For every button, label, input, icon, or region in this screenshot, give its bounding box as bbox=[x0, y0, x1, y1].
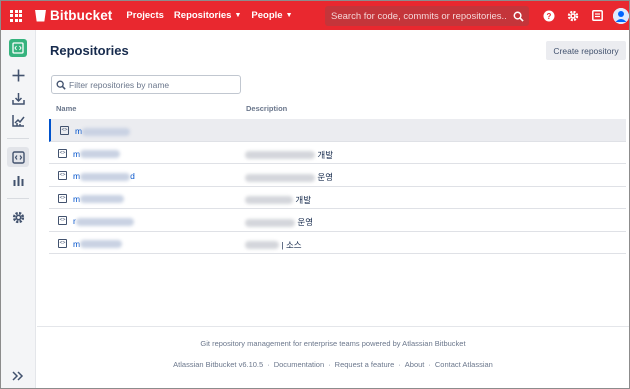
bitbucket-logo[interactable]: Bitbucket bbox=[35, 1, 112, 30]
repository-icon: <> bbox=[58, 148, 67, 158]
nav-projects-label: Projects bbox=[126, 10, 164, 21]
search-icon bbox=[56, 80, 66, 90]
redacted-text bbox=[80, 195, 125, 204]
footer-separator: · bbox=[328, 360, 331, 369]
footer-link-documentation[interactable]: Documentation bbox=[274, 360, 324, 369]
table-row[interactable]: <> m 개발 bbox=[49, 142, 626, 164]
description-text: | 소스 bbox=[281, 239, 302, 250]
repository-description: 개발 bbox=[245, 194, 311, 206]
redacted-text bbox=[80, 240, 123, 249]
table-row[interactable]: <> m bbox=[49, 119, 626, 142]
download-icon[interactable] bbox=[7, 88, 29, 108]
plus-icon[interactable] bbox=[7, 65, 29, 85]
repository-icon: <> bbox=[60, 126, 69, 135]
search-input[interactable]: Search for code, commits or repositories… bbox=[325, 6, 529, 26]
repository-icon: <> bbox=[58, 216, 67, 225]
repository-link[interactable]: m bbox=[73, 148, 121, 159]
repository-link[interactable]: m bbox=[73, 193, 125, 204]
repository-icon[interactable] bbox=[7, 38, 29, 58]
bitbucket-logo-icon bbox=[35, 9, 46, 22]
description-text: 운영 bbox=[297, 217, 314, 227]
redacted-text bbox=[80, 150, 121, 159]
column-header-name[interactable]: Name bbox=[56, 104, 76, 113]
table-row[interactable]: <> m | 소스 bbox=[49, 232, 626, 254]
footer-tagline: Git repository management for enterprise… bbox=[200, 339, 466, 348]
footer-link-request-feature[interactable]: Request a feature bbox=[335, 360, 395, 369]
filter-placeholder: Filter repositories by name bbox=[69, 79, 170, 90]
svg-text:?: ? bbox=[547, 12, 552, 21]
redacted-text bbox=[245, 173, 315, 182]
expand-icon[interactable] bbox=[7, 366, 29, 386]
sidebar-divider bbox=[7, 198, 29, 199]
redacted-text bbox=[245, 218, 295, 227]
repository-name-prefix: m bbox=[73, 238, 81, 249]
table-row[interactable]: <> r 운영 bbox=[49, 209, 626, 232]
redacted-text bbox=[75, 217, 134, 226]
help-icon[interactable]: ? bbox=[537, 1, 561, 30]
nav-people-label: People bbox=[251, 10, 283, 21]
search-icon[interactable] bbox=[507, 6, 529, 26]
create-repository-button[interactable]: Create repository bbox=[546, 41, 626, 60]
repository-description: 개발 bbox=[245, 149, 333, 161]
repository-icon: <> bbox=[58, 193, 67, 203]
description-text: 운영 bbox=[317, 172, 334, 182]
repository-name-prefix: m bbox=[73, 171, 81, 181]
footer-separator: · bbox=[398, 360, 401, 369]
nav-repositories-label: Repositories bbox=[173, 10, 232, 21]
repository-name-suffix: d bbox=[130, 171, 135, 181]
redacted-text bbox=[245, 196, 293, 205]
repository-icon: <> bbox=[58, 238, 67, 248]
repository-name-prefix: m bbox=[75, 126, 83, 136]
repository-link[interactable]: r bbox=[73, 216, 134, 226]
repository-name-prefix: m bbox=[73, 193, 81, 204]
table-row[interactable]: <> md 운영 bbox=[49, 164, 626, 187]
search-placeholder: Search for code, commits or repositories… bbox=[331, 10, 507, 22]
nav-repositories[interactable]: Repositories ▼ bbox=[174, 10, 241, 21]
gear-icon[interactable] bbox=[7, 207, 29, 227]
repository-link[interactable]: m bbox=[75, 126, 131, 136]
description-text: 개발 bbox=[317, 149, 334, 160]
bar-chart-icon[interactable] bbox=[7, 170, 29, 190]
footer-separator: · bbox=[428, 360, 431, 369]
avatar[interactable] bbox=[613, 7, 629, 24]
sidebar bbox=[1, 30, 36, 388]
repository-link[interactable]: md bbox=[73, 171, 135, 181]
sidebar-divider bbox=[7, 138, 29, 139]
footer-version: Atlassian Bitbucket v6.10.5 bbox=[173, 360, 264, 369]
chevron-down-icon: ▼ bbox=[234, 12, 242, 19]
footer-separator: · bbox=[267, 360, 270, 369]
footer-link-about[interactable]: About bbox=[405, 360, 425, 369]
inbox-icon[interactable] bbox=[585, 1, 609, 30]
repository-name-prefix: m bbox=[73, 148, 81, 159]
gear-icon[interactable] bbox=[561, 1, 585, 30]
repository-link[interactable]: m bbox=[73, 238, 123, 249]
chart-line-icon[interactable] bbox=[7, 110, 29, 130]
filter-input[interactable]: Filter repositories by name bbox=[51, 75, 241, 94]
footer-link-contact[interactable]: Contact Atlassian bbox=[435, 360, 493, 369]
table-row[interactable]: <> m 개발 bbox=[49, 187, 626, 209]
chevron-down-icon: ▼ bbox=[285, 12, 293, 19]
footer-links: Atlassian Bitbucket v6.10.5 · Documentatio… bbox=[37, 360, 629, 369]
redacted-text bbox=[82, 127, 131, 136]
redacted-text bbox=[80, 172, 131, 181]
footer: Git repository management for enterprise… bbox=[37, 326, 629, 388]
column-header-description: Description bbox=[246, 104, 288, 113]
main-nav: Projects Repositories ▼ People ▼ bbox=[126, 10, 302, 21]
nav-people[interactable]: People ▼ bbox=[251, 10, 292, 21]
top-navigation-bar: Bitbucket Projects Repositories ▼ People… bbox=[1, 1, 629, 30]
redacted-text bbox=[245, 151, 315, 160]
repository-table: <> m <> m 개발 <> md 운영 <> m 개발 <> r 운영 <>… bbox=[49, 119, 626, 254]
repository-description: | 소스 bbox=[245, 239, 302, 251]
redacted-text bbox=[245, 241, 279, 250]
repository-description: 운영 bbox=[245, 171, 333, 183]
page-title: Repositories bbox=[50, 43, 129, 58]
brand-name: Bitbucket bbox=[50, 8, 113, 23]
code-icon[interactable] bbox=[7, 147, 29, 167]
repository-icon: <> bbox=[58, 171, 67, 180]
topbar-actions: ? bbox=[537, 1, 629, 30]
apps-icon[interactable] bbox=[1, 1, 31, 30]
description-text: 개발 bbox=[295, 194, 312, 205]
repository-description: 운영 bbox=[245, 216, 313, 228]
nav-projects[interactable]: Projects bbox=[126, 10, 164, 21]
